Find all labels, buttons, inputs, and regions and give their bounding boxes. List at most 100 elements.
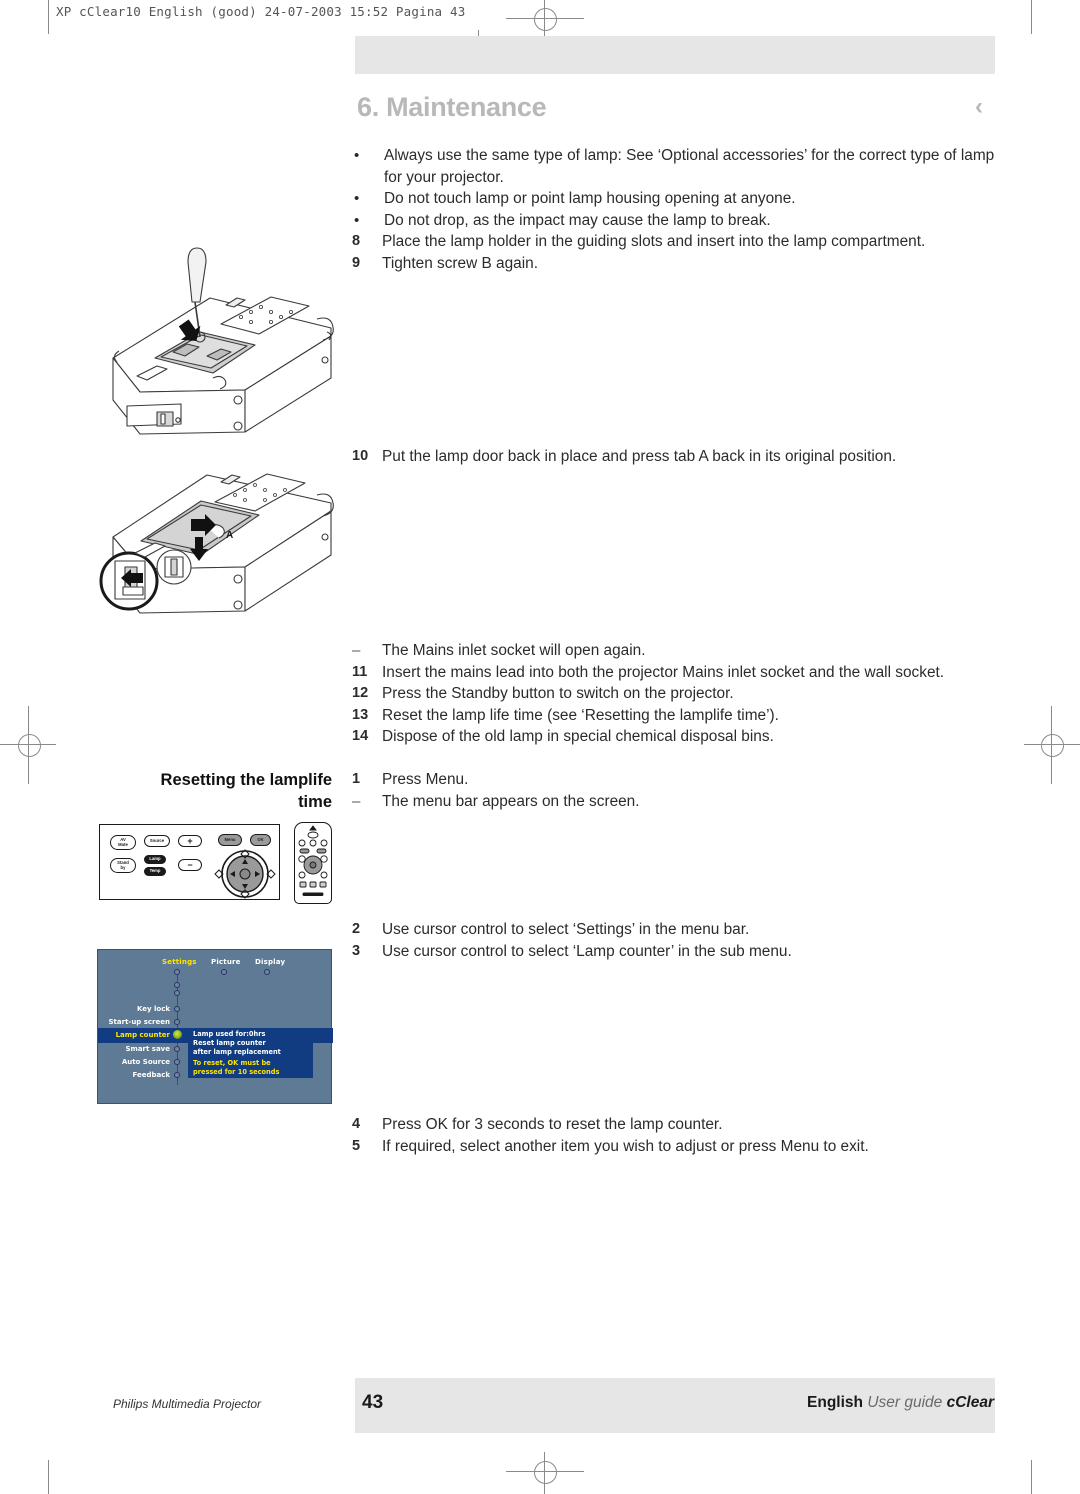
steps-list-top: • Always use the same type of lamp: See ‘… <box>352 145 1012 274</box>
step-marker: – <box>352 792 361 810</box>
page-title: 6. Maintenance <box>357 92 547 122</box>
step-item: 14 Dispose of the old lamp in special che… <box>352 726 1012 748</box>
step-marker: • <box>354 147 360 164</box>
step-item: 8 Place the lamp holder in the guiding sl… <box>352 231 1012 253</box>
keypad-indicator-lamp: Lamp <box>144 855 166 864</box>
step-item: 12 Press the Standby button to switch on … <box>352 683 1012 705</box>
step-item: 11 Insert the mains lead into both the pr… <box>352 662 1012 684</box>
step-text: Put the lamp door back in place and pres… <box>382 448 897 465</box>
osd-item-auto-source[interactable]: Auto Source <box>98 1058 170 1066</box>
step-text: If required, select another item you wis… <box>382 1137 869 1155</box>
osd-node-picture <box>221 969 227 975</box>
osd-node-sub2 <box>174 990 180 996</box>
step-marker: 4 <box>352 1116 361 1132</box>
keypad-button-standby[interactable]: Stand by <box>110 858 136 873</box>
step-item: 4 Press OK for 3 seconds to reset the lam… <box>352 1114 1012 1136</box>
osd-info-line2: Reset lamp counter <box>193 1039 266 1047</box>
step-marker: 10 <box>352 448 369 464</box>
step-text: Reset the lamp life time (see ‘Resetting… <box>382 706 779 724</box>
keypad-button-source[interactable]: Source <box>144 835 170 847</box>
osd-info-line1: Lamp used for:0hrs <box>193 1030 266 1038</box>
osd-info-line3: after lamp replacement <box>193 1048 281 1056</box>
crop-mark-top-left <box>48 0 49 34</box>
step-item: 2 Use cursor control to select ‘Settings’… <box>352 919 1012 941</box>
osd-tab-settings[interactable]: Settings <box>162 958 197 966</box>
osd-item-start-up-screen[interactable]: Start-up screen <box>98 1018 171 1026</box>
keypad-cursor-control-icon[interactable] <box>210 849 280 899</box>
step-marker: 5 <box>352 1137 361 1154</box>
page-number: 43 <box>362 1392 384 1413</box>
section-heading-line2: time <box>298 793 332 811</box>
reg-circle <box>534 1461 557 1484</box>
osd-node-auto-source <box>174 1059 180 1065</box>
osd-item-feedback[interactable]: Feedback <box>98 1071 170 1079</box>
step-text: Do not drop, as the impact may cause the… <box>384 211 771 229</box>
footer-guide-label: English User guide cClear <box>807 1394 994 1412</box>
reg-circle <box>1041 734 1064 757</box>
osd-menu-screenshot: Settings Picture Display Key lock Start-… <box>97 949 333 1104</box>
step-item: • Always use the same type of lamp: See ‘… <box>352 145 1012 188</box>
osd-node-start-up-screen <box>174 1019 180 1025</box>
footer-language: English <box>807 1394 863 1411</box>
osd-node-sub1 <box>174 982 180 988</box>
osd-item-key-lock[interactable]: Key lock <box>98 1005 170 1013</box>
step-marker: – <box>352 642 361 659</box>
projector-lampdoor-illustration: A <box>95 445 350 640</box>
crop-mark-bottom-right <box>1031 1460 1032 1494</box>
prepress-header: XP cClear10 English (good) 24-07-2003 15… <box>56 4 466 19</box>
steps-list-middle: 10 Put the lamp door back in place and pr… <box>352 446 1012 468</box>
svg-text:A: A <box>226 530 233 541</box>
keypad-button-plus[interactable]: + <box>178 835 202 847</box>
section-heading-line1: Resetting the lamplife <box>160 771 332 789</box>
step-item: • Do not touch lamp or point lamp housing… <box>352 188 1012 210</box>
reg-circle <box>18 734 41 757</box>
osd-item-smart-save[interactable]: Smart save <box>98 1045 171 1053</box>
step-text: Place the lamp holder in the guiding slo… <box>382 233 926 250</box>
step-item: 1 Press Menu. <box>352 769 1012 791</box>
osd-node-smart-save <box>174 1046 180 1052</box>
step-item: 10 Put the lamp door back in place and pr… <box>352 446 1012 468</box>
keypad-button-menu[interactable]: Menu <box>218 834 242 846</box>
step-marker: • <box>354 190 360 207</box>
step-item: • Do not drop, as the impact may cause th… <box>352 210 1012 232</box>
steps-list-lower: – The Mains inlet socket will open again.… <box>352 640 1012 748</box>
osd-tab-display[interactable]: Display <box>255 958 285 966</box>
osd-tab-picture[interactable]: Picture <box>211 958 241 966</box>
osd-node-display <box>264 969 270 975</box>
lamp-bulb-icon <box>172 1029 183 1040</box>
header-band <box>355 36 995 74</box>
step-text: Press the Standby button to switch on th… <box>382 685 734 702</box>
step-marker: 2 <box>352 921 361 937</box>
reg-circle <box>534 8 557 31</box>
steps-list-reset-a: 1 Press Menu. – The menu bar appears on the… <box>352 769 1012 812</box>
step-text: Dispose of the old lamp in special chemi… <box>382 728 774 745</box>
back-arrow-icon: ‹ <box>975 93 983 120</box>
footer-product-name: Philips Multimedia Projector <box>113 1397 262 1411</box>
step-text: Press Menu. <box>382 771 469 788</box>
osd-info-warning1: To reset, OK must be <box>193 1059 271 1067</box>
steps-list-reset-c: 4 Press OK for 3 seconds to reset the lam… <box>352 1114 1012 1157</box>
keypad-button-av-mute[interactable]: AV Mute <box>110 835 136 850</box>
step-marker: 14 <box>352 728 369 744</box>
remote-control-illustration <box>294 822 332 904</box>
keypad-button-minus[interactable]: − <box>178 859 202 871</box>
step-item: 5 If required, select another item you wi… <box>352 1136 1012 1158</box>
step-item: 9 Tighten screw B again. <box>352 253 1012 275</box>
step-item: – The Mains inlet socket will open again. <box>352 640 1012 662</box>
step-marker: 11 <box>352 663 368 680</box>
osd-node-key-lock <box>174 1006 180 1012</box>
step-marker: 9 <box>352 254 361 271</box>
footer-guide-type: User guide <box>867 1394 943 1411</box>
projector-screwdriver-illustration <box>95 240 350 450</box>
step-text: Tighten screw B again. <box>382 254 538 272</box>
keypad-button-ok[interactable]: OK <box>250 834 271 846</box>
step-marker: 3 <box>352 942 361 959</box>
steps-list-reset-b: 2 Use cursor control to select ‘Settings’… <box>352 919 1012 962</box>
step-marker: 13 <box>352 706 369 723</box>
osd-item-lamp-counter[interactable]: Lamp counter <box>98 1031 170 1039</box>
crop-mark-bottom-left <box>48 1460 49 1494</box>
step-item: – The menu bar appears on the screen. <box>352 791 1012 813</box>
step-text: The menu bar appears on the screen. <box>382 792 640 810</box>
control-panel-illustration: AV Mute Stand by Source Lamp Temp + − Menu… <box>99 824 280 900</box>
step-item: 13 Reset the lamp life time (see ‘Resetti… <box>352 705 1012 727</box>
